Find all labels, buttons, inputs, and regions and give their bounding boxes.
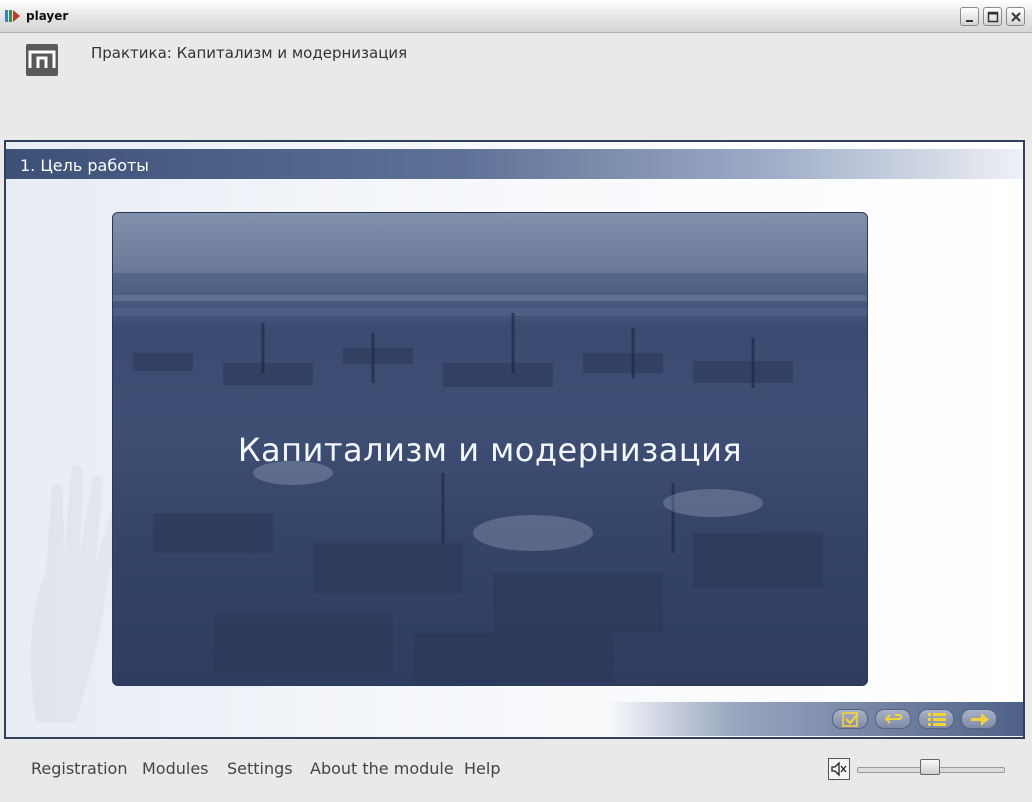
checkmark-icon [842,712,859,727]
section-title: 1. Цель работы [20,156,149,175]
window-title: player [26,9,69,23]
volume-toggle-button[interactable] [828,758,850,780]
slide-title-text: Капитализм и модернизация [237,431,743,469]
menu-registration[interactable]: Registration [31,759,127,778]
slide-image: Капитализм и модернизация [112,212,868,686]
menu-about-module[interactable]: About the module [310,759,454,778]
content-frame: 1. Цель работы Капитализм и модернизация [4,140,1025,739]
close-button[interactable] [1006,7,1025,26]
close-icon [1011,12,1021,22]
volume-slider-thumb[interactable] [920,759,940,775]
module-title: Практика: Капитализм и модернизация [91,44,408,62]
arrow-right-icon [971,713,989,726]
app-icon [5,10,20,22]
window-title-bar[interactable]: player [0,0,1032,33]
minimize-button[interactable] [960,7,979,26]
menu-modules[interactable]: Modules [142,759,209,778]
list-icon [928,713,946,726]
footer-menu-bar: Registration Modules Settings About the … [5,741,1027,799]
section-header: 1. Цель работы [6,149,1023,179]
check-button[interactable] [832,709,868,729]
speaker-mute-icon [831,761,847,777]
next-button[interactable] [961,709,997,729]
module-header: Практика: Капитализм и модернизация [5,33,1027,139]
menu-settings[interactable]: Settings [227,759,293,778]
maximize-icon [987,11,999,23]
contents-button[interactable] [918,709,954,729]
p-logo-icon [26,44,58,76]
minimize-icon [966,20,973,22]
return-button[interactable] [875,709,911,729]
menu-help[interactable]: Help [464,759,500,778]
return-arrow-icon [884,714,903,724]
maximize-button[interactable] [983,7,1002,26]
